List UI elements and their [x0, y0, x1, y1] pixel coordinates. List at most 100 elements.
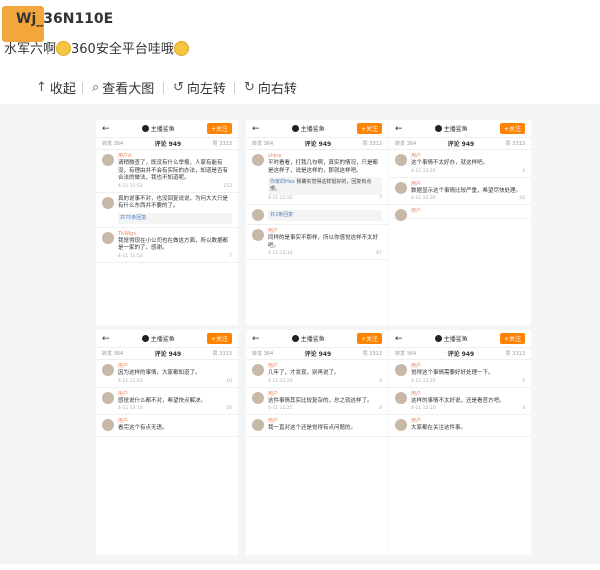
comment-body: 这样的事情不太好说，还是看官方吧。 [411, 397, 505, 404]
comment-body: 真的说事不对，也没回复说说，为何大大只是有什么东西并不要的了。 [118, 195, 229, 210]
back-arrow-icon: ← [252, 123, 260, 134]
comment-item: 用户A 请稍微查了，既没有什么举报，人家有能有没，有理由并不会有实际的办法，知道是… [96, 150, 238, 193]
comment-item: shine 平时看看，打我几句啊，真实的情况，只是都是这样子，说是这样的，那就这样… [246, 150, 388, 205]
comment-item: 用户 大家都在关注这件事。 [389, 415, 531, 437]
comment-body: 我一直对这个还是觉得有点问题的。 [268, 425, 357, 431]
comment-item: 用户 同样的是事实不那样，所以你感觉这样不太好吧。 4-11 13:10 67 [246, 225, 388, 260]
username[interactable]: Wj_36N110E [16, 11, 113, 27]
comment-item: 用户 我一直对这个还是觉得有点问题的。 [246, 415, 388, 437]
view-large-button[interactable]: ⌕ 查看大图 [92, 78, 154, 97]
comment-item: 用户 几年了，才发现，别再说了。 4-11 13:20 4 [246, 360, 388, 388]
comment-body: 我觉得现在小公司也在做这方面，所以数据都是一家的了，感谢。 [118, 237, 229, 252]
comment-screenshot: ← 主播鲨鱼 +关注转发 364 评论 949 赞 3313 用户 因为这样的事情，大家都知… [96, 330, 238, 555]
reply-box: 共3条回复 [268, 210, 382, 221]
screenshot-tabs: 转发 364 评论 949 赞 3313 [389, 138, 531, 150]
screenshot-header: ← 主播鲨鱼 +关注 [246, 120, 388, 138]
follow-button: +关注 [356, 333, 382, 344]
like-count: 4 [522, 168, 525, 174]
brand-logo-icon [291, 335, 299, 342]
comment-footer: 4-11 11:52 152 [118, 183, 232, 189]
comment-footer: 4-11 13:10 24 [118, 406, 232, 411]
commenter-name: 用户 [118, 390, 129, 397]
commenter-name: 用户 [411, 418, 422, 424]
screenshot-tabs: 转发 364 评论 949 赞 3313 [96, 138, 238, 150]
commenter-name: 用户 [411, 153, 422, 159]
comment-screenshot: ← 主播鲨鱼 +关注 转发 364 评论 949 赞 3313 用户 觉得这个事情需要好好处理… [389, 330, 531, 555]
back-arrow-icon: ← [102, 333, 110, 344]
toolbar-divider [234, 82, 235, 94]
comment-footer: 4-11 13:20 5 [411, 378, 525, 384]
comment-item: 用户 感觉说什么都不对，希望快点解决。 4-11 13:10 24 [96, 388, 238, 415]
commenter-avatar [252, 419, 264, 431]
like-count: 3 [522, 406, 525, 411]
comment-body: 请稍微查了，既没有什么举报，人家有能有没，有理由并不会有实际的办法，知道是否有合… [118, 160, 229, 181]
toolbar-divider [163, 82, 164, 94]
commenter-name: 用户 [268, 363, 279, 369]
comment-body: 因为这样的事情，大家都知道了。 [118, 370, 201, 376]
comment-body: 大家都在关注这件事。 [411, 425, 467, 431]
commenter-name: 用户 [411, 390, 422, 397]
screenshot-brand: 主播鲨鱼 [434, 334, 468, 343]
attached-image[interactable]: ← 主播鲨鱼 +关注 转发 364 评论 949 赞 3313 用户A 请稍微查了，既没有什么… [0, 104, 600, 564]
screenshot-tab: 赞 3313 [505, 351, 525, 357]
like-count: 5 [522, 378, 525, 384]
comment-footer: 4-11 12:50 7 [268, 196, 382, 201]
like-count: 67 [376, 251, 382, 256]
commenter-avatar [102, 391, 114, 404]
comment-item: 用户 数据显示这个事情比较严重，希望尽快处理。 4-11 12:30 43 [389, 178, 531, 205]
commenter-avatar [395, 419, 407, 431]
commenter-avatar [102, 231, 114, 244]
like-count: 7 [229, 253, 232, 259]
comment-footer: 4-11 11:25 4 [268, 406, 382, 411]
like-count: 4 [379, 378, 382, 384]
collapse-arrow-icon: ↑ [36, 80, 47, 95]
commenter-name: shine [268, 153, 282, 159]
commenter-avatar [395, 364, 407, 376]
screenshot-tabs: 转发 364 评论 949 赞 3313 [96, 348, 238, 360]
back-arrow-icon: ← [395, 333, 403, 344]
commenter-avatar [102, 364, 114, 376]
commenter-avatar [395, 154, 407, 166]
like-count: 43 [519, 196, 525, 201]
screenshot-header: ← 主播鲨鱼 +关注 [389, 330, 531, 348]
comment-item: 用户 这个事情不太好办，就这样吧。 4-11 13:20 4 [389, 150, 531, 178]
screenshot-tab: 评论 949 [304, 141, 332, 148]
commenter-name: 用户 [118, 418, 129, 424]
screenshot-tab: 评论 949 [154, 141, 182, 148]
comment-item: 用户 这样的事情不太好说，还是看官方吧。 4-11 12:10 3 [389, 388, 531, 415]
follow-button: +关注 [206, 333, 232, 344]
rotate-right-button[interactable]: ↻ 向右转 [244, 78, 297, 97]
post-header: Wj_36N110E 水军六啊 360安全平台哇哦 [0, 0, 600, 68]
screenshot-header: ← 主播鲨鱼 +关注 [246, 330, 388, 348]
commenter-name: 用户 [411, 363, 422, 369]
collapse-button[interactable]: ↑ 收起 [36, 78, 76, 97]
screenshot-tab: 评论 949 [304, 351, 332, 358]
comment-footer: 4-11 11:53 7 [118, 253, 232, 259]
rotate-left-button[interactable]: ↺ 向左转 [173, 78, 226, 97]
comment-body: 感觉说什么都不对，希望快点解决。 [118, 397, 207, 404]
screenshot-tab: 赞 3313 [362, 351, 382, 357]
smile-emoji-icon [56, 41, 72, 56]
magnifier-icon: ⌕ [92, 80, 100, 95]
back-arrow-icon: ← [395, 123, 403, 134]
brand-logo-icon [434, 335, 442, 342]
screenshot-tab: 赞 3313 [505, 141, 525, 147]
commenter-avatar [252, 154, 264, 166]
image-toolbar: ↑ 收起 ⌕ 查看大图 ↺ 向左转 ↻ 向右转 [0, 72, 600, 100]
brand-logo-icon [141, 125, 149, 132]
follow-button: +关注 [499, 123, 525, 134]
commenter-avatar [102, 419, 114, 431]
screenshot-tabs: 转发 364 评论 949 赞 3313 [389, 348, 531, 360]
comment-body: 数据显示这个事情比较严重，希望尽快处理。 [411, 187, 522, 194]
screenshot-brand: 主播鲨鱼 [141, 334, 175, 343]
screenshot-tab: 转发 364 [102, 141, 124, 147]
screenshot-tab: 转发 364 [395, 351, 417, 357]
like-count: 24 [226, 406, 232, 411]
screenshot-tab: 赞 3313 [212, 351, 232, 357]
screenshot-tabs: 转发 364 评论 949 赞 3313 [246, 138, 388, 150]
comment-footer: 4-11 13:20 4 [268, 378, 382, 384]
comment-body: 这个事情不太好办，就这样吧。 [411, 160, 489, 166]
follow-button: +关注 [206, 123, 232, 134]
comment-footer: 4-11 12:30 43 [411, 196, 525, 201]
screenshot-header: ← 主播鲨鱼 +关注 [96, 120, 238, 138]
